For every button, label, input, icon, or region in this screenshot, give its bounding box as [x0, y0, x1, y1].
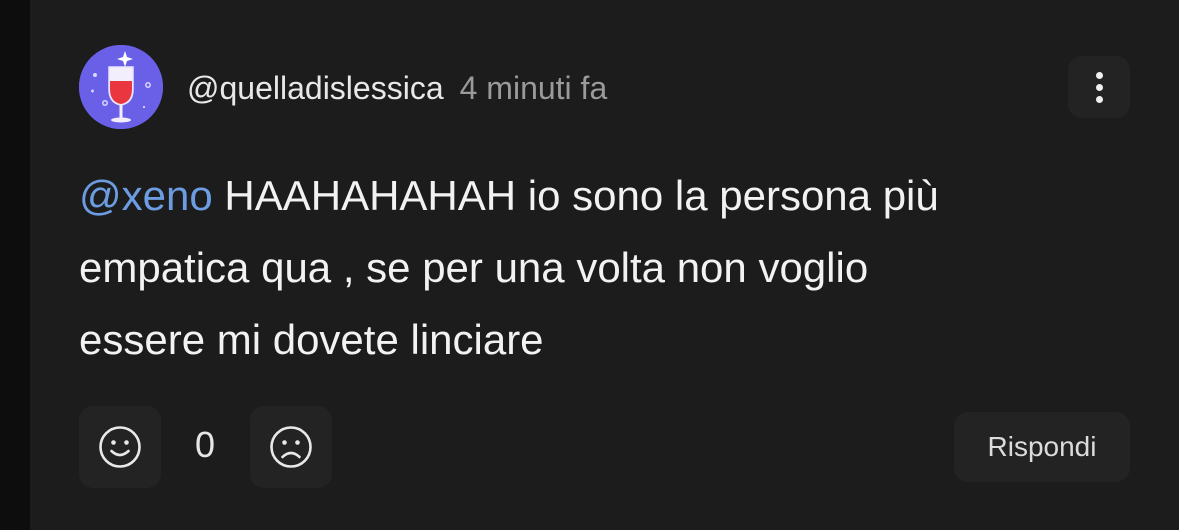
- comment-header: @quelladislessica 4 minuti fa: [187, 68, 607, 108]
- like-button[interactable]: [79, 406, 161, 488]
- frown-icon: [270, 426, 312, 468]
- comment-text: @xeno HAAHAHAHAH io sono la persona più …: [79, 160, 1119, 376]
- left-gutter: [0, 0, 30, 530]
- comment-card: @quelladislessica 4 minuti fa @xeno HAAH…: [30, 0, 1179, 530]
- comment-line-1-text: HAAHAHAHAH io sono la persona più: [212, 172, 939, 219]
- more-vertical-icon: [1095, 71, 1103, 103]
- comment-timestamp: 4 minuti fa: [459, 69, 608, 106]
- reaction-count: 0: [194, 424, 216, 465]
- comment-line-3: essere mi dovete linciare: [79, 316, 544, 363]
- reply-button[interactable]: Rispondi: [954, 412, 1130, 482]
- avatar[interactable]: [79, 45, 163, 129]
- wine-glass-icon: [79, 45, 163, 129]
- smile-icon: [99, 426, 141, 468]
- comment-line-2: empatica qua , se per una volta non vogl…: [79, 244, 869, 291]
- author-username[interactable]: @quelladislessica: [187, 70, 444, 107]
- more-options-button[interactable]: [1068, 56, 1130, 118]
- comment-line-1: @xeno HAAHAHAHAH io sono la persona più: [79, 160, 1119, 232]
- mention-link[interactable]: @xeno: [79, 172, 213, 219]
- dislike-button[interactable]: [250, 406, 332, 488]
